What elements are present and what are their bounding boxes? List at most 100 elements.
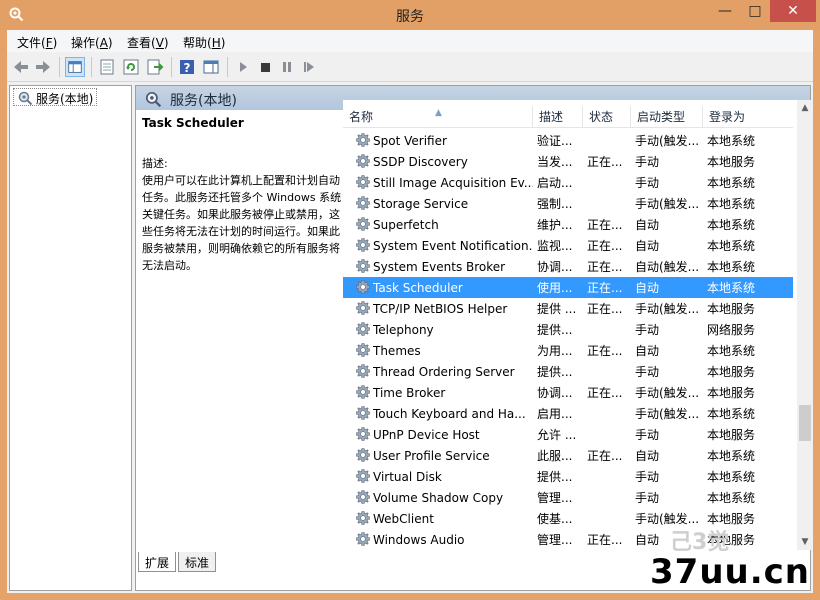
main-pane-title: 服务(本地) — [170, 93, 237, 109]
service-log-on-as-cell: 本地服务 — [707, 302, 756, 316]
service-description-cell: 为用... — [537, 344, 573, 358]
column-header-startup-type[interactable]: 启动类型 — [631, 106, 703, 128]
window-client-area: 文件(F) 操作(A) 查看(V) 帮助(H) ? 服务(本地) 服务(本地) … — [7, 30, 813, 593]
table-row[interactable]: Themes 为用... 正在... 自动 本地系统 — [343, 340, 793, 361]
service-name-cell: UPnP Device Host — [373, 428, 480, 442]
vertical-scrollbar[interactable]: ▲ ▼ — [797, 100, 813, 550]
service-log-on-as-cell: 本地服务 — [707, 155, 756, 169]
watermark-logo: 37uu.cn — [650, 552, 810, 592]
service-name-cell: Telephony — [373, 323, 434, 337]
column-header-log-on-as[interactable]: 登录为 — [703, 106, 765, 128]
service-startup-type-cell: 手动(触发... — [635, 302, 700, 316]
show-action-pane-icon[interactable] — [201, 57, 221, 77]
column-header-name[interactable]: 名称 ▲ — [343, 106, 533, 128]
service-name-cell: System Event Notification... — [373, 239, 533, 253]
service-description-cell: 启动... — [537, 176, 573, 190]
service-startup-type-cell: 手动 — [635, 155, 660, 169]
scroll-down-icon[interactable]: ▼ — [797, 534, 813, 550]
tree-item-label: 服务(本地) — [36, 92, 94, 106]
table-row[interactable]: Telephony 提供... 手动 网络服务 — [343, 319, 793, 340]
services-list: 名称 ▲ 描述 状态 启动类型 登录为 Spot Verifier 验证... 手动… — [343, 100, 813, 550]
description-label: 描述: — [142, 157, 168, 170]
table-row[interactable]: Virtual Disk 提供... 手动 本地系统 — [343, 466, 793, 487]
service-log-on-as-cell: 本地系统 — [707, 197, 756, 211]
tab-standard[interactable]: 标准 — [178, 552, 217, 572]
service-startup-type-cell: 手动 — [635, 365, 660, 379]
service-description-cell: 强制... — [537, 197, 573, 211]
svg-text:?: ? — [184, 61, 191, 75]
service-description-cell: 管理... — [537, 491, 573, 505]
table-row[interactable]: Volume Shadow Copy 管理... 手动 本地系统 — [343, 487, 793, 508]
table-row[interactable]: Task Scheduler 使用... 正在... 自动 本地系统 — [343, 277, 793, 298]
service-gear-icon — [356, 532, 370, 546]
service-log-on-as-cell: 本地系统 — [707, 344, 756, 358]
table-row[interactable]: TCP/IP NetBIOS Helper 提供 ... 正在... 手动(触发...… — [343, 298, 793, 319]
tab-extended[interactable]: 扩展 — [138, 552, 177, 572]
toolbar-separator — [171, 57, 172, 77]
help-icon[interactable]: ? — [177, 57, 197, 77]
pause-service-icon[interactable] — [277, 57, 297, 77]
service-description-cell: 启用... — [537, 407, 573, 421]
service-description-cell: 此服... — [537, 449, 573, 463]
service-status-cell: 正在... — [587, 281, 623, 295]
stop-service-icon[interactable] — [255, 57, 275, 77]
title-bar[interactable]: 服务 — □ ✕ — [0, 0, 820, 30]
table-row[interactable]: Touch Keyboard and Ha... 启用... 手动(触发... 本地系… — [343, 403, 793, 424]
service-status-cell: 正在... — [587, 533, 623, 547]
scroll-up-icon[interactable]: ▲ — [797, 100, 813, 116]
service-description-cell: 允许 ... — [537, 428, 577, 442]
service-log-on-as-cell: 网络服务 — [707, 323, 756, 337]
maximize-button[interactable]: □ — [740, 0, 770, 22]
table-row[interactable]: System Event Notification... 监视... 正在... 自动… — [343, 235, 793, 256]
table-row[interactable]: Thread Ordering Server 提供... 手动 本地服务 — [343, 361, 793, 382]
table-row[interactable]: Superfetch 维护... 正在... 自动 本地系统 — [343, 214, 793, 235]
service-gear-icon — [356, 511, 370, 525]
column-header-description[interactable]: 描述 — [533, 106, 583, 128]
tree-item-services-local[interactable]: 服务(本地) — [13, 88, 98, 106]
minimize-button[interactable]: — — [710, 0, 740, 22]
service-log-on-as-cell: 本地系统 — [707, 134, 756, 148]
table-row[interactable]: SSDP Discovery 当发... 正在... 手动 本地服务 — [343, 151, 793, 172]
service-status-cell: 正在... — [587, 218, 623, 232]
back-arrow-icon[interactable] — [11, 57, 31, 77]
menu-action[interactable]: 操作(A) — [71, 34, 113, 51]
service-status-cell — [587, 426, 631, 444]
service-status-cell: 正在... — [587, 239, 623, 253]
service-startup-type-cell: 自动 — [635, 449, 660, 463]
services-window: 服务 — □ ✕ 文件(F) 操作(A) 查看(V) 帮助(H) ? 服务(本地… — [0, 0, 820, 600]
services-gear-magnifier-icon — [145, 91, 162, 108]
service-startup-type-cell: 手动(触发... — [635, 134, 700, 148]
table-row[interactable]: Time Broker 协调... 正在... 手动(触发... 本地服务 — [343, 382, 793, 403]
service-name-cell: Thread Ordering Server — [373, 365, 515, 379]
table-row[interactable]: Spot Verifier 验证... 手动(触发... 本地系统 — [343, 130, 793, 151]
table-row[interactable]: System Events Broker 协调... 正在... 自动(触发... 本地… — [343, 256, 793, 277]
service-log-on-as-cell: 本地系统 — [707, 449, 756, 463]
restart-service-icon[interactable] — [299, 57, 319, 77]
service-startup-type-cell: 自动 — [635, 218, 660, 232]
start-service-icon[interactable] — [233, 57, 253, 77]
table-row[interactable]: Still Image Acquisition Ev... 启动... 手动 本地系统 — [343, 172, 793, 193]
service-description-cell: 验证... — [537, 134, 573, 148]
menu-view[interactable]: 查看(V) — [127, 34, 169, 51]
table-row[interactable]: User Profile Service 此服... 正在... 自动 本地系统 — [343, 445, 793, 466]
menu-file[interactable]: 文件(F) — [17, 34, 57, 51]
service-log-on-as-cell: 本地系统 — [707, 470, 756, 484]
forward-arrow-icon[interactable] — [33, 57, 53, 77]
menu-help[interactable]: 帮助(H) — [183, 34, 225, 51]
table-row[interactable]: Storage Service 强制... 手动(触发... 本地系统 — [343, 193, 793, 214]
service-gear-icon — [356, 280, 370, 294]
export-list-icon[interactable] — [145, 57, 165, 77]
service-startup-type-cell: 手动(触发... — [635, 197, 700, 211]
scrollbar-thumb[interactable] — [799, 405, 811, 441]
show-hide-console-tree-icon[interactable] — [65, 57, 85, 77]
column-header-status[interactable]: 状态 — [583, 106, 631, 128]
service-log-on-as-cell: 本地系统 — [707, 491, 756, 505]
properties-icon[interactable] — [97, 57, 117, 77]
table-row[interactable]: UPnP Device Host 允许 ... 手动 本地服务 — [343, 424, 793, 445]
service-description-cell: 维护... — [537, 218, 573, 232]
service-name-cell: Superfetch — [373, 218, 439, 232]
service-name-cell: Still Image Acquisition Ev... — [373, 176, 533, 190]
service-startup-type-cell: 手动 — [635, 428, 660, 442]
refresh-icon[interactable] — [121, 57, 141, 77]
close-button[interactable]: ✕ — [770, 0, 816, 22]
